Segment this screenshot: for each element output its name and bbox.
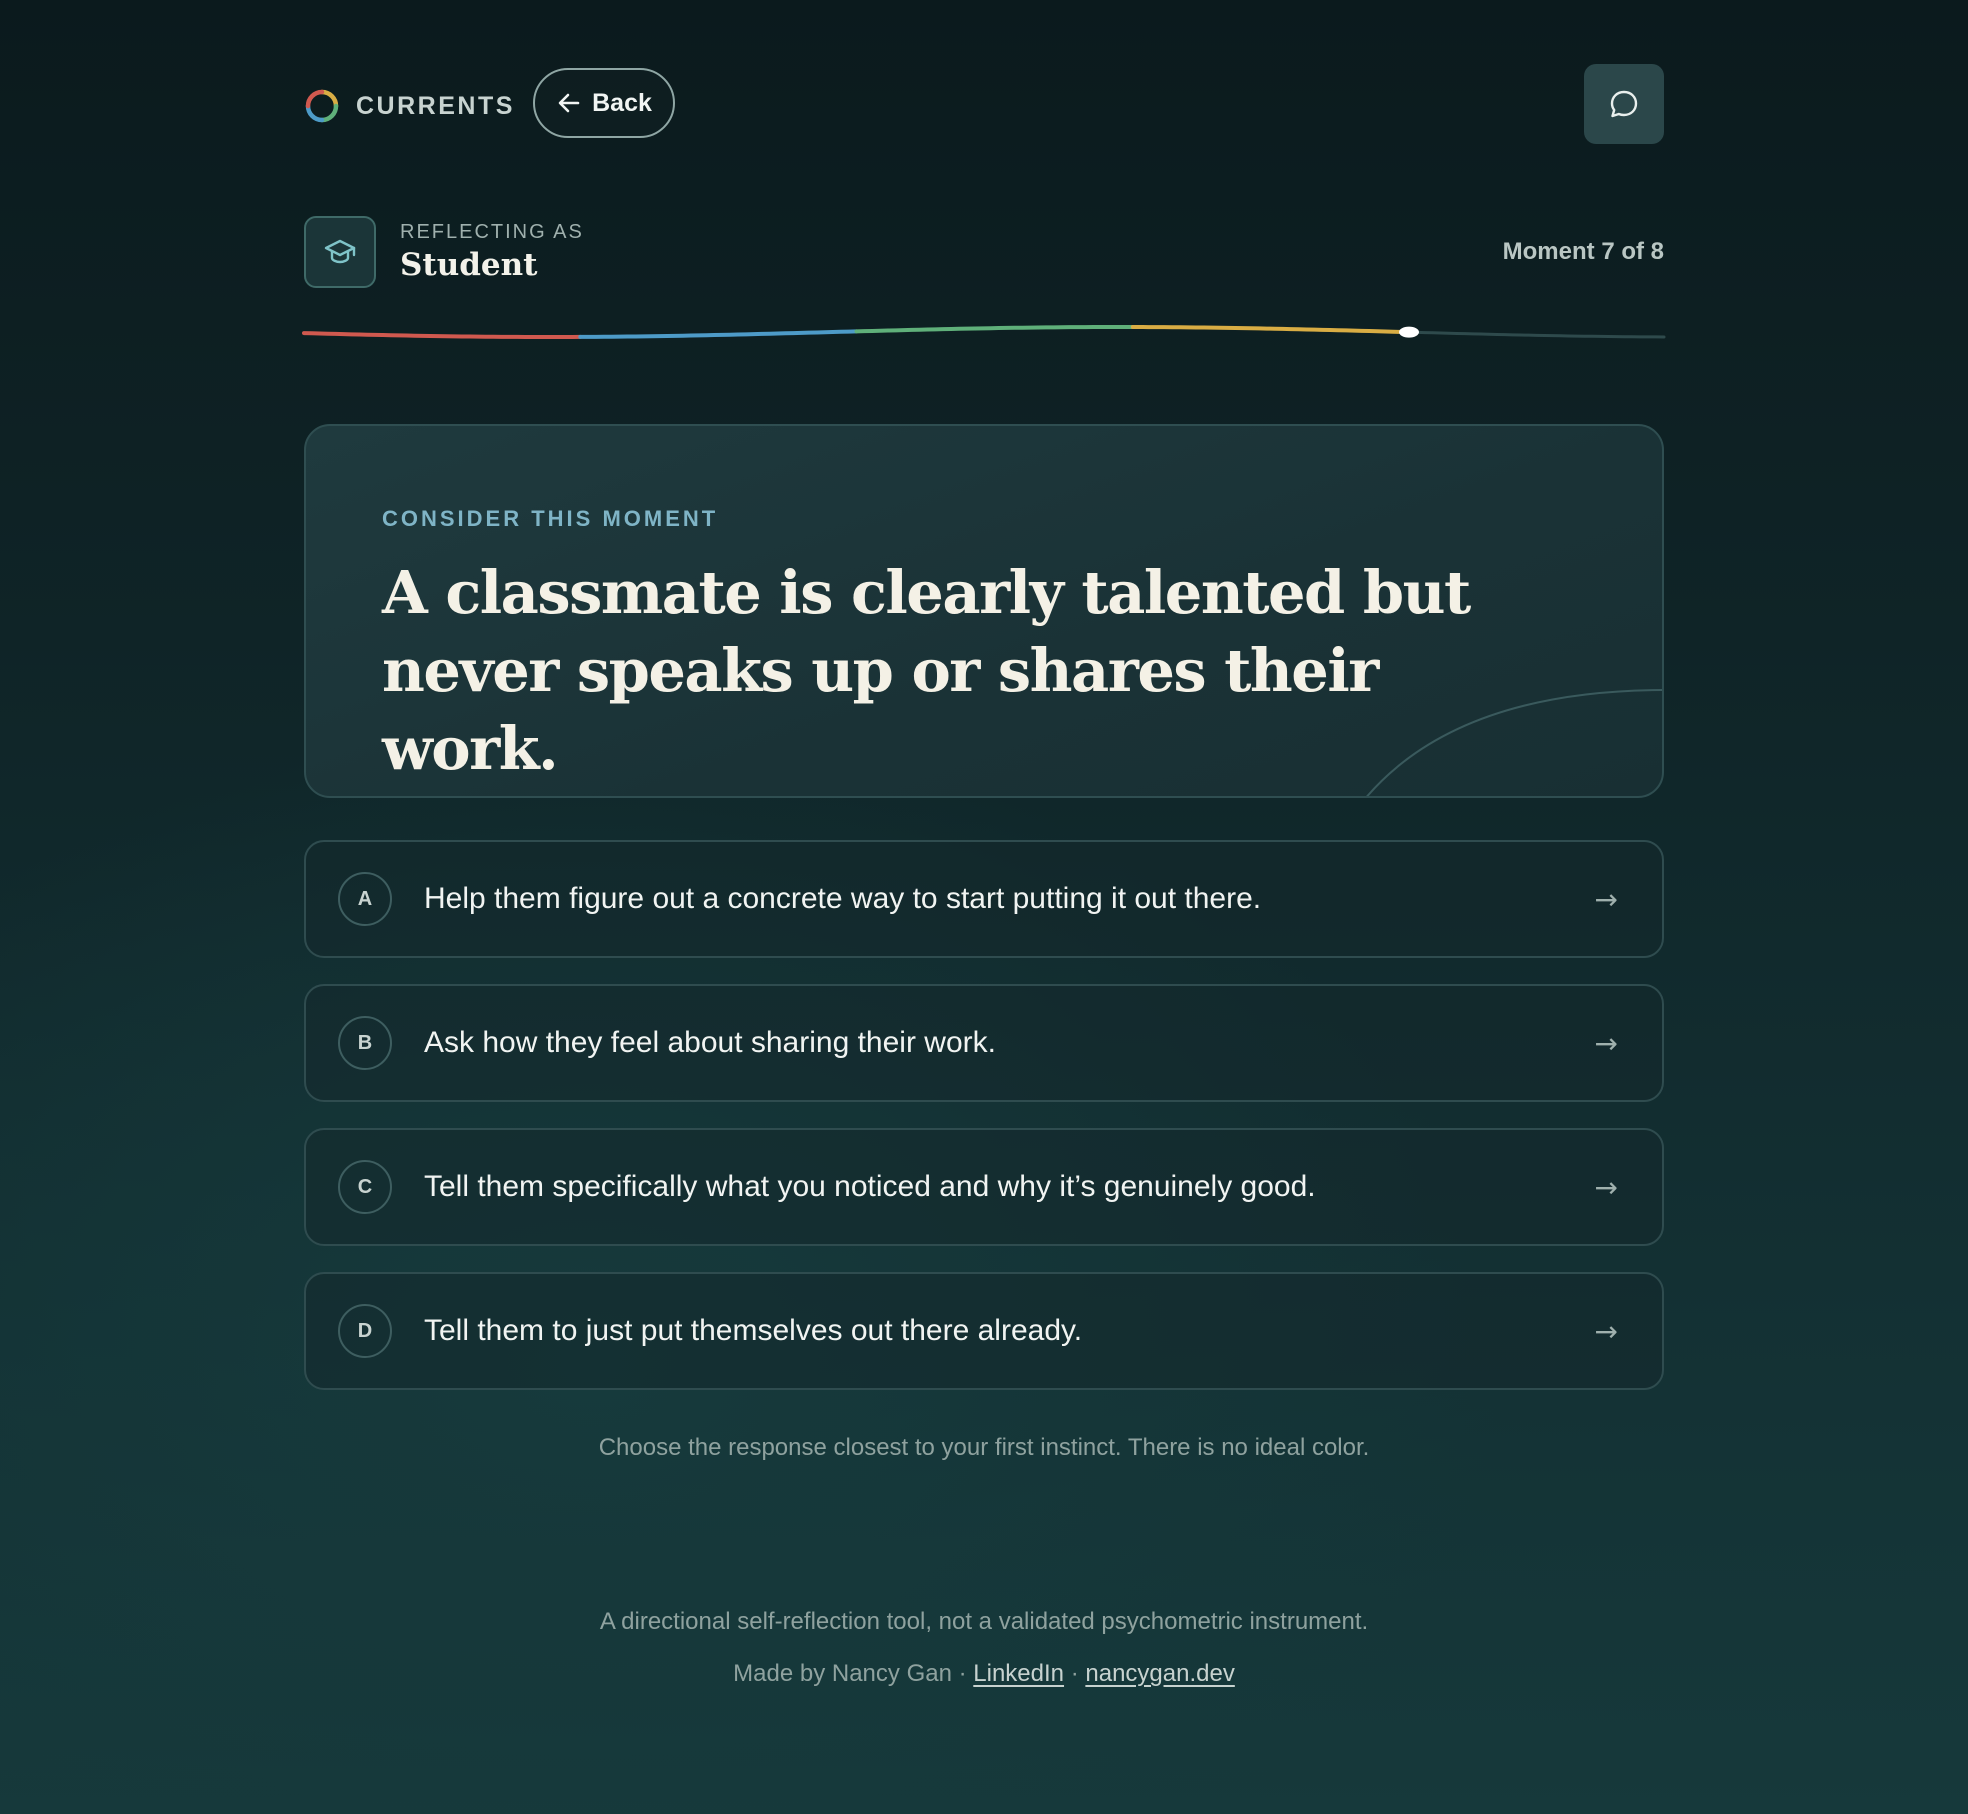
progress-marker [1399,326,1419,338]
option-d[interactable]: D Tell them to just put themselves out t… [304,1272,1664,1390]
option-text: Tell them to just put themselves out the… [424,1314,1083,1347]
option-letter-badge: D [338,1304,392,1358]
currents-logo-icon [305,89,339,123]
top-bar: CURRENTS Back [304,64,1664,144]
arrow-right-icon: → [1594,1314,1618,1348]
prompt-question: A classmate is clearly talented but neve… [382,558,1471,783]
separator: · [1070,1660,1079,1687]
progress-segment-1 [302,331,583,339]
website-link[interactable]: nancygan.dev [1085,1660,1234,1687]
option-a[interactable]: A Help them figure out a concrete way to… [304,840,1664,958]
progress-segment-3 [854,325,1135,334]
arrow-left-icon [558,93,580,113]
brand[interactable]: CURRENTS [304,86,515,126]
option-letter-badge: A [338,872,392,926]
chat-bubble-icon [1610,90,1638,118]
option-text: Ask how they feel about sharing their wo… [424,1026,996,1059]
prompt-kicker: CONSIDER THIS MOMENT [382,506,719,531]
moment-counter: Moment 7 of 8 [1502,238,1664,265]
chat-button[interactable] [1584,64,1664,144]
response-options: A Help them figure out a concrete way to… [304,840,1664,1416]
back-button-label: Back [592,88,652,117]
persona-icon-box [304,216,376,288]
linkedin-link[interactable]: LinkedIn [973,1660,1064,1687]
made-by-text: Made by Nancy Gan [733,1660,952,1687]
separator: · [958,1660,967,1687]
persona-kicker: REFLECTING AS [400,221,584,243]
progress-segment-4 [1130,325,1411,335]
progress-wave [302,325,1666,339]
option-b[interactable]: B Ask how they feel about sharing their … [304,984,1664,1102]
footer-credit: Made by Nancy Gan · LinkedIn · nancygan.… [0,1660,1968,1688]
graduation-cap-icon [324,239,356,264]
brand-name: CURRENTS [356,91,515,120]
arrow-right-icon: → [1594,1026,1618,1060]
option-c[interactable]: C Tell them specifically what you notice… [304,1128,1664,1246]
back-button[interactable]: Back [533,68,675,138]
persona-text: REFLECTING AS Student [400,220,584,284]
progress-remaining [1407,330,1666,339]
persona-indicator: REFLECTING AS Student [304,216,584,288]
option-letter-badge: C [338,1160,392,1214]
prompt-card: CONSIDER THIS MOMENT A classmate is clea… [304,424,1664,798]
arrow-right-icon: → [1594,1170,1618,1204]
option-letter-badge: B [338,1016,392,1070]
option-text: Tell them specifically what you noticed … [424,1170,1316,1203]
persona-role: Student [400,247,538,283]
progress-segment-2 [578,329,859,339]
card-decorative-arc [1366,689,1662,796]
footer-disclaimer: A directional self-reflection tool, not … [599,1608,1369,1635]
option-text: Help them figure out a concrete way to s… [424,882,1262,915]
arrow-right-icon: → [1594,882,1618,916]
instruction-hint: Choose the response closest to your firs… [598,1434,1370,1461]
